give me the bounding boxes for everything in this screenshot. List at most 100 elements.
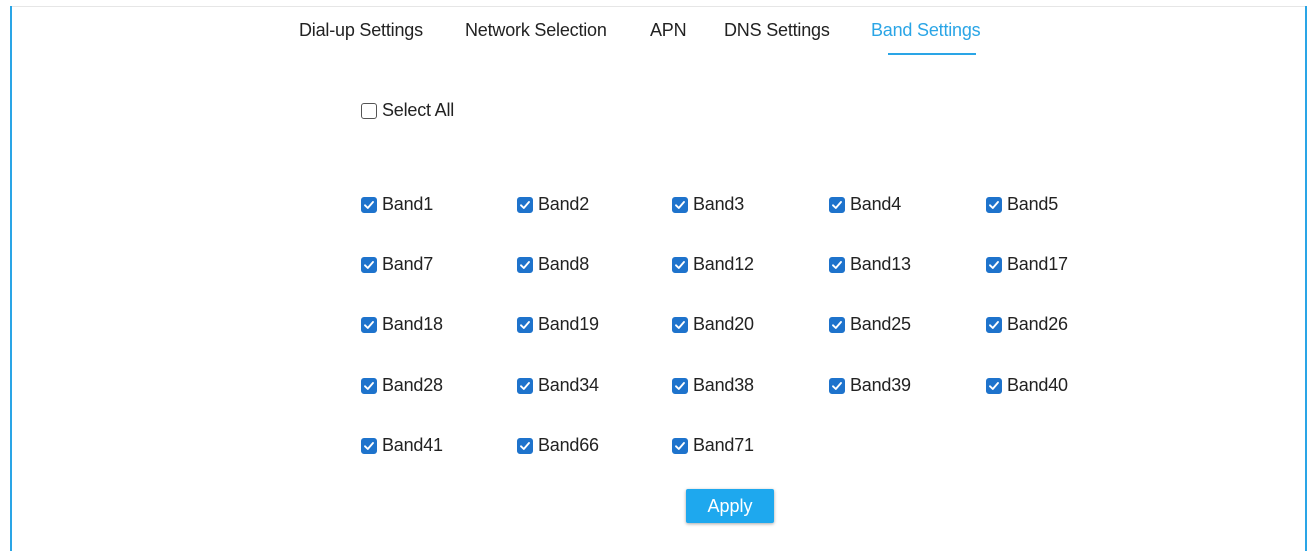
apply-button[interactable]: Apply [686,489,774,523]
band-option-band28[interactable]: Band28 [361,375,443,396]
top-divider [10,6,1307,7]
band-label-band4: Band4 [850,194,902,214]
checkmark-icon [989,320,999,329]
band-option-band25[interactable]: Band25 [829,314,911,335]
band-option-band18[interactable]: Band18 [361,314,443,335]
band-option-band19[interactable]: Band19 [517,314,599,335]
band-option-band8[interactable]: Band8 [517,254,589,275]
checkmark-icon [675,260,685,269]
checkmark-icon [832,200,842,209]
band-checkbox-band4[interactable] [829,196,845,213]
band-settings-page: Dial-up Settings Network Selection APN D… [0,0,1315,551]
band-label-band8: Band8 [538,254,590,274]
band-checkbox-band26[interactable] [986,316,1002,333]
checkmark-icon [989,381,999,390]
tab-network-selection[interactable]: Network Selection [465,20,607,41]
band-label-band7: Band7 [382,254,434,274]
band-checkbox-band66[interactable] [517,437,533,454]
band-label-band13: Band13 [850,254,911,274]
band-label-band38: Band38 [693,375,754,395]
band-option-band2[interactable]: Band2 [517,194,589,215]
checkmark-icon [989,200,999,209]
band-option-band17[interactable]: Band17 [986,254,1068,275]
band-label-band66: Band66 [538,435,599,455]
tab-apn[interactable]: APN [650,20,687,41]
band-option-band4[interactable]: Band4 [829,194,901,215]
right-border [1305,6,1307,551]
band-label-band3: Band3 [693,194,745,214]
band-label-band2: Band2 [538,194,590,214]
band-checkbox-band34[interactable] [517,377,533,394]
band-label-band19: Band19 [538,314,599,334]
band-label-band28: Band28 [382,375,443,395]
band-checkbox-band17[interactable] [986,256,1002,273]
band-label-band41: Band41 [382,435,443,455]
band-option-band40[interactable]: Band40 [986,375,1068,396]
band-checkbox-band2[interactable] [517,196,533,213]
band-label-band71: Band71 [693,435,754,455]
band-label-band1: Band1 [382,194,434,214]
band-option-band41[interactable]: Band41 [361,435,443,456]
tab-dial-up-settings[interactable]: Dial-up Settings [299,20,423,41]
band-option-band38[interactable]: Band38 [672,375,754,396]
checkmark-icon [520,441,530,450]
checkmark-icon [675,200,685,209]
band-option-band66[interactable]: Band66 [517,435,599,456]
band-checkbox-band7[interactable] [361,256,377,273]
band-checkbox-band25[interactable] [829,316,845,333]
band-checkbox-band41[interactable] [361,437,377,454]
select-all-label: Select All [382,100,455,120]
left-border [10,6,12,551]
checkmark-icon [364,200,374,209]
checkmark-icon [675,381,685,390]
tab-band-settings[interactable]: Band Settings [871,20,981,41]
band-checkbox-band18[interactable] [361,316,377,333]
band-option-band39[interactable]: Band39 [829,375,911,396]
band-option-band1[interactable]: Band1 [361,194,433,215]
checkmark-icon [832,381,842,390]
band-label-band40: Band40 [1007,375,1068,395]
band-label-band17: Band17 [1007,254,1068,274]
band-option-band12[interactable]: Band12 [672,254,754,275]
band-option-band7[interactable]: Band7 [361,254,433,275]
checkmark-icon [364,260,374,269]
band-checkbox-band12[interactable] [672,256,688,273]
band-checkbox-band13[interactable] [829,256,845,273]
checkmark-icon [832,320,842,329]
tab-dns-settings[interactable]: DNS Settings [724,20,830,41]
active-tab-indicator [888,53,976,55]
checkmark-icon [520,381,530,390]
band-label-band5: Band5 [1007,194,1059,214]
band-label-band34: Band34 [538,375,599,395]
band-option-band71[interactable]: Band71 [672,435,754,456]
band-checkbox-band38[interactable] [672,377,688,394]
band-checkbox-band39[interactable] [829,377,845,394]
checkmark-icon [364,441,374,450]
band-checkbox-band40[interactable] [986,377,1002,394]
band-label-band26: Band26 [1007,314,1068,334]
band-option-band26[interactable]: Band26 [986,314,1068,335]
band-option-band5[interactable]: Band5 [986,194,1058,215]
band-checkbox-band71[interactable] [672,437,688,454]
checkmark-icon [520,260,530,269]
band-checkbox-band1[interactable] [361,196,377,213]
select-all-checkbox[interactable] [361,102,377,119]
band-label-band20: Band20 [693,314,754,334]
band-checkbox-band28[interactable] [361,377,377,394]
checkmark-icon [364,381,374,390]
band-option-band13[interactable]: Band13 [829,254,911,275]
checkmark-icon [520,320,530,329]
checkmark-icon [675,320,685,329]
band-checkbox-band20[interactable] [672,316,688,333]
band-checkbox-band19[interactable] [517,316,533,333]
band-checkbox-band5[interactable] [986,196,1002,213]
checkmark-icon [989,260,999,269]
band-option-band3[interactable]: Band3 [672,194,744,215]
band-checkbox-band3[interactable] [672,196,688,213]
band-label-band39: Band39 [850,375,911,395]
band-option-band20[interactable]: Band20 [672,314,754,335]
band-checkbox-band8[interactable] [517,256,533,273]
band-option-band34[interactable]: Band34 [517,375,599,396]
checkmark-icon [520,200,530,209]
select-all-option[interactable]: Select All [361,100,454,121]
